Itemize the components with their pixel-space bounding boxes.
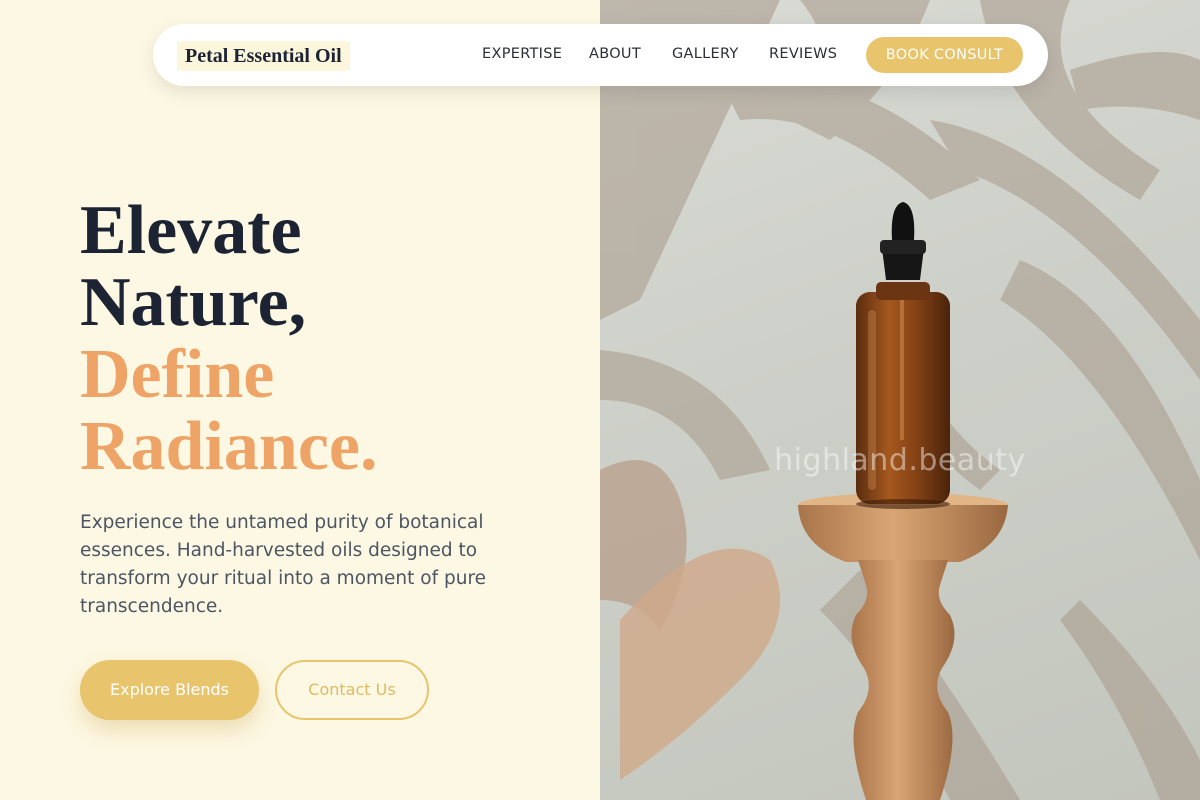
nav-link-expertise[interactable]: EXPERTISE [482,46,562,62]
explore-blends-button[interactable]: Explore Blends [80,660,259,720]
book-consult-button[interactable]: BOOK CONSULT [866,37,1023,73]
hero-description: Experience the untamed purity of botanic… [80,512,487,617]
top-navbar: Petal Essential Oil EXPERTISE ABOUT GALL… [153,24,1048,86]
watermark-text: highland.beauty [774,443,1026,478]
nav-link-gallery[interactable]: GALLERY [672,46,739,62]
hero-photo: highland.beauty [600,0,1200,800]
contact-us-button[interactable]: Contact Us [275,660,429,720]
nav-link-reviews[interactable]: REVIEWS [769,46,837,62]
headline-accent-line: Radiance. [80,408,378,485]
headline-line: Elevate [80,192,302,269]
brand-logo[interactable]: Petal Essential Oil [177,41,350,71]
headline-line: Nature, [80,264,307,341]
hero-headline: Elevate Nature, Define Radiance. [80,195,378,483]
headline-accent-line: Define [80,336,275,413]
nav-link-about[interactable]: ABOUT [589,46,641,62]
product-image [600,0,1200,800]
